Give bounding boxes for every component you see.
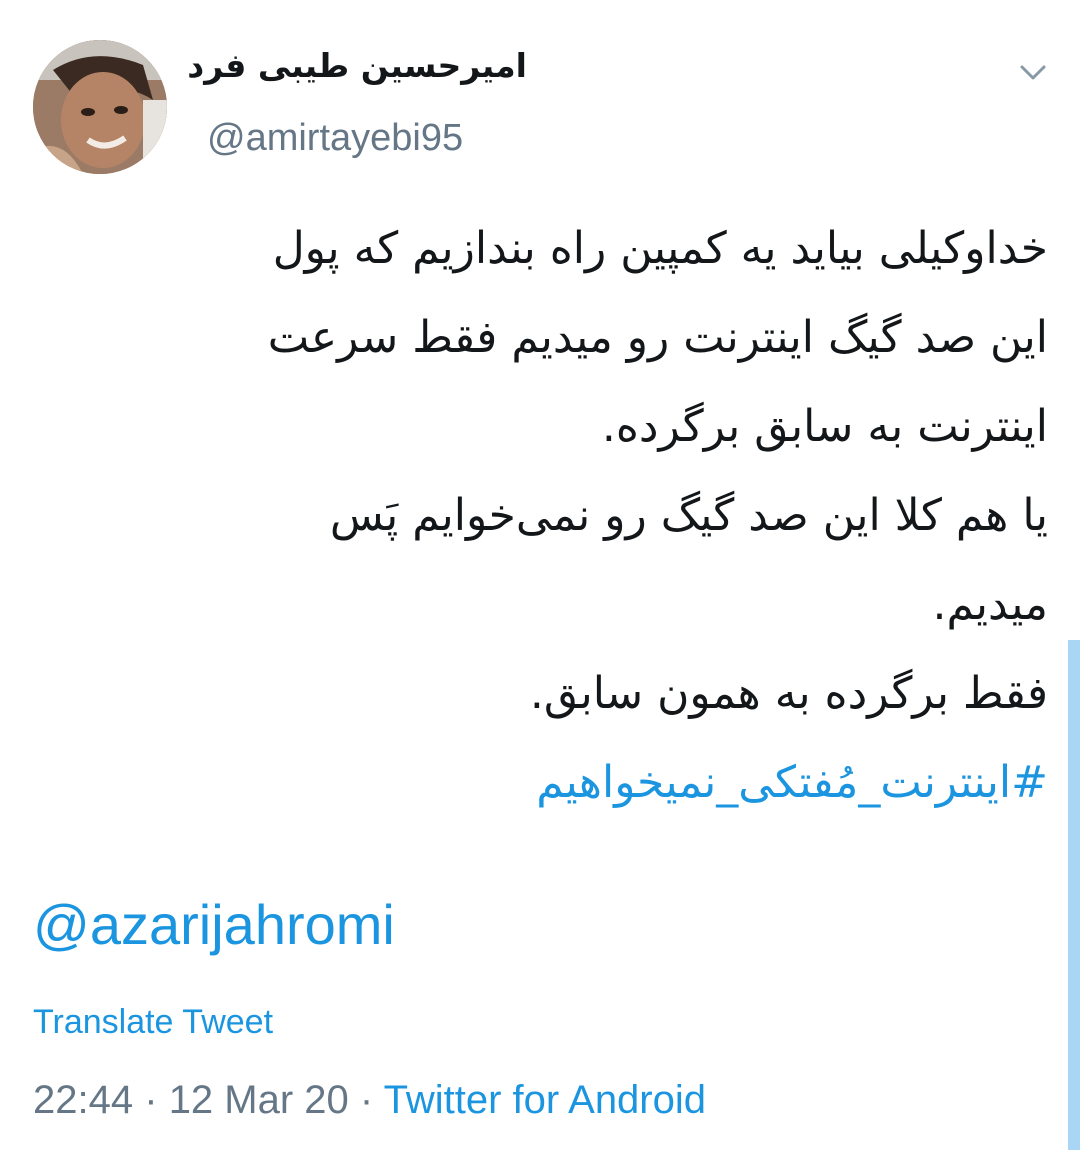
translate-tweet-link[interactable]: Translate Tweet [33, 1003, 273, 1042]
tweet-date: 12 Mar 20 [168, 1078, 349, 1122]
tweet-text-line: خداوکیلی بیاید یه کمپین راه بندازیم که پ… [272, 223, 1048, 274]
avatar[interactable] [33, 40, 167, 174]
tweet-text-line: یا هم کلا این صد گیگ رو نمی‌خوایم پَس [329, 490, 1048, 541]
tweet-source-link[interactable]: Twitter for Android [384, 1078, 706, 1122]
chevron-down-icon[interactable] [1013, 56, 1053, 88]
hashtag-link[interactable]: #اینترنت_مُفتکی_نمیخواهیم [40, 738, 1048, 827]
tweet-text: خداوکیلی بیاید یه کمپین راه بندازیم که پ… [40, 204, 1048, 827]
tweet-text-line: فقط برگرده به همون سابق. [529, 668, 1048, 719]
scrollbar[interactable] [1068, 640, 1080, 1150]
tweet-page: امیرحسین طیبی فرد @amirtayebi95 خداوکیلی… [0, 0, 1080, 1150]
profile-photo [33, 40, 167, 174]
meta-separator: · [359, 1078, 374, 1122]
tweet-text-line: میدیم. [932, 579, 1048, 630]
tweet-time: 22:44 [33, 1078, 134, 1122]
mention-link[interactable]: @azarijahromi [33, 892, 395, 957]
meta-separator: · [144, 1078, 158, 1122]
tweet-metadata: 22:44 · 12 Mar 20 · Twitter for Android [33, 1078, 706, 1123]
tweet-text-line: این صد گیگ اینترنت رو میدیم فقط سرعت [267, 312, 1048, 363]
user-handle[interactable]: @amirtayebi95 [207, 117, 463, 160]
display-name[interactable]: امیرحسین طیبی فرد [187, 46, 527, 85]
tweet-text-line: اینترنت به سابق برگرده. [601, 401, 1048, 452]
